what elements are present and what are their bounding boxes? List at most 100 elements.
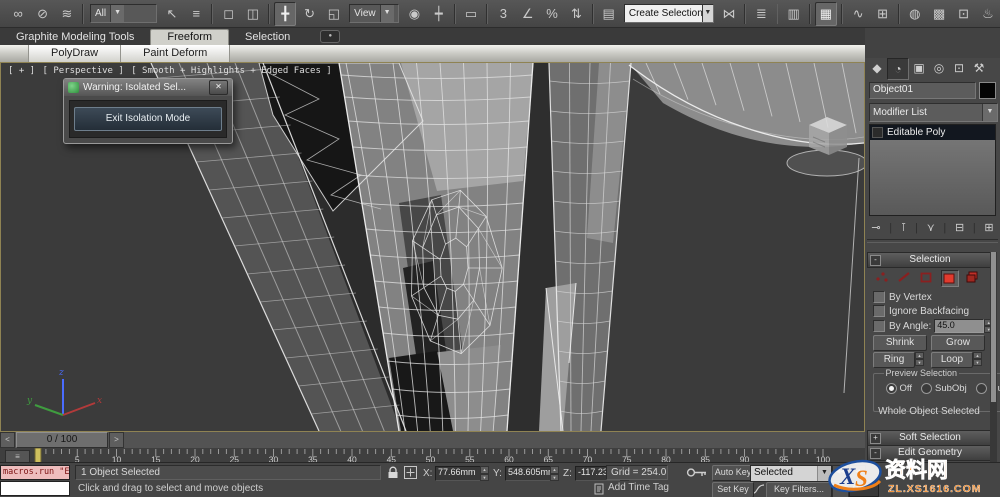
spinner-snap-icon[interactable]: ⇅ — [565, 2, 587, 26]
tab-paint-deform[interactable]: Paint Deform — [121, 45, 231, 62]
set-key-button[interactable]: Set Key — [712, 482, 754, 497]
percent-snap-icon[interactable]: % — [541, 2, 563, 26]
named-selection-sets-dropdown[interactable]: Create Selection Se▼ — [623, 4, 714, 23]
rectangular-selection-region-icon[interactable]: ◻ — [217, 2, 239, 26]
default-tangent-icon[interactable] — [753, 483, 765, 495]
key-selection-dropdown[interactable]: Selected ▼ — [750, 465, 832, 482]
collapse-icon[interactable]: - — [870, 255, 881, 266]
configure-modifier-sets-icon[interactable]: ⊞ — [984, 221, 993, 234]
next-frame-arrow[interactable]: > — [109, 432, 124, 448]
add-time-tag[interactable]: Add Time Tag — [608, 482, 688, 493]
tab-polydraw[interactable]: PolyDraw — [28, 45, 122, 62]
layer-manager-icon[interactable]: ▥ — [782, 2, 804, 26]
y-coordinate-field[interactable]: 548.605mm — [505, 466, 554, 481]
tab-freeform[interactable]: Freeform — [150, 29, 230, 45]
subobject-edge-icon[interactable] — [897, 270, 913, 285]
material-editor-icon[interactable]: ◍ — [904, 2, 926, 26]
select-and-manipulate-icon[interactable]: ┿ — [428, 2, 450, 26]
subobject-polygon-icon[interactable] — [941, 270, 959, 287]
tab-graphite-modeling-tools[interactable]: Graphite Modeling Tools — [0, 30, 150, 45]
stack-item-editable-poly[interactable]: Editable Poly — [870, 125, 995, 140]
selection-filter-dropdown[interactable]: All ▼ — [90, 4, 157, 23]
keyboard-shortcut-override-icon[interactable]: ▭ — [460, 2, 482, 26]
set-keys-key-icon[interactable] — [686, 467, 708, 478]
ignore-backfacing-checkbox[interactable]: Ignore Backfacing — [873, 305, 969, 317]
rendered-frame-window-icon[interactable]: ⊡ — [952, 2, 974, 26]
time-slider-handle[interactable]: 0 / 100 — [16, 432, 108, 448]
perspective-viewport[interactable]: z y x [ + ] [ Perspective ] [ Smooth + Hig… — [0, 62, 865, 432]
ring-spinner[interactable]: ▲ ▼ — [915, 352, 924, 366]
absolute-mode-icon[interactable] — [404, 466, 417, 479]
preview-subobj-radio[interactable]: SubObj — [921, 382, 967, 394]
align-icon[interactable]: ≣ — [750, 2, 772, 26]
exit-isolation-mode-button[interactable]: Exit Isolation Mode — [74, 107, 222, 131]
render-setup-icon[interactable]: ▩ — [928, 2, 950, 26]
make-unique-icon[interactable]: ⋎ — [927, 221, 935, 234]
y-spinner[interactable]: ▲ ▼ — [550, 466, 559, 481]
display-tab[interactable]: ⊡ — [949, 58, 969, 78]
edit-named-selection-sets-icon[interactable]: ▤ — [598, 2, 620, 26]
utilities-tab[interactable]: ⚒ — [969, 58, 989, 78]
schematic-view-icon[interactable]: ⊞ — [871, 2, 893, 26]
curve-editor-icon[interactable]: ∿ — [847, 2, 869, 26]
auto-key-button[interactable]: Auto Key — [712, 465, 754, 481]
by-vertex-checkbox[interactable]: By Vertex — [873, 291, 932, 303]
by-angle-checkbox[interactable] — [873, 320, 885, 332]
graphite-ribbon-toggle-icon[interactable]: ▦ — [814, 1, 838, 26]
subobject-border-icon[interactable] — [919, 270, 935, 285]
window-crossing-toggle-icon[interactable]: ◫ — [242, 2, 264, 26]
ribbon-config-icon[interactable]: ● — [320, 30, 341, 43]
show-end-result-icon[interactable]: ⊺ — [901, 221, 907, 234]
tab-selection[interactable]: Selection — [229, 30, 306, 45]
maxscript-input[interactable] — [0, 481, 70, 496]
object-color-swatch[interactable] — [979, 82, 996, 99]
create-tab[interactable]: ◆ — [867, 58, 887, 78]
subobject-element-icon[interactable] — [965, 270, 981, 285]
modify-tab[interactable]: ◔ — [887, 58, 909, 80]
shrink-button[interactable]: Shrink — [873, 335, 927, 351]
pin-stack-icon[interactable]: ⊸ — [871, 221, 880, 234]
rollout-selection[interactable]: - Selection — [867, 252, 993, 268]
hierarchy-tab[interactable]: ▣ — [909, 58, 929, 78]
select-by-name-icon[interactable]: ≡ — [185, 2, 207, 26]
dialog-titlebar[interactable]: Warning: Isolated Sel... ✕ — [64, 79, 232, 96]
panel-scrollbar[interactable] — [990, 252, 997, 462]
select-and-link-icon[interactable]: ∞ — [7, 2, 29, 26]
preview-off-radio[interactable]: Off — [885, 382, 912, 394]
remove-modifier-icon[interactable]: ⊟ — [955, 221, 964, 234]
angle-snap-icon[interactable]: ∠ — [517, 2, 539, 26]
modifier-list-dropdown[interactable]: Modifier List ▼ — [869, 103, 998, 122]
object-name-field[interactable]: Object01 — [869, 82, 976, 99]
ring-button[interactable]: Ring — [873, 352, 915, 368]
bind-to-space-warp-icon[interactable]: ≋ — [56, 2, 78, 26]
x-coordinate-field[interactable]: 77.66mm — [435, 466, 484, 481]
maxscript-mini-listener[interactable]: macros.run "Ed — [0, 465, 70, 480]
grow-button[interactable]: Grow — [931, 335, 985, 351]
select-object-icon[interactable]: ↖ — [161, 2, 183, 26]
select-and-rotate-icon[interactable]: ↻ — [298, 2, 320, 26]
key-filters-button[interactable]: Key Filters... — [766, 482, 832, 497]
checkbox-icon[interactable] — [873, 305, 885, 317]
subobject-vertex-icon[interactable] — [875, 270, 891, 285]
render-production-icon[interactable]: ♨ — [977, 2, 999, 26]
use-pivot-point-center-icon[interactable]: ◉ — [403, 2, 425, 26]
selection-lock-icon[interactable] — [387, 466, 399, 479]
loop-button[interactable]: Loop — [931, 352, 973, 368]
select-and-move-icon[interactable]: ╋ — [274, 1, 297, 26]
viewport-menu-general[interactable]: [ + ] — [8, 66, 35, 76]
viewport-menu-pov[interactable]: [ Perspective ] — [43, 66, 124, 76]
by-angle-field[interactable]: 45.0 — [934, 319, 985, 333]
loop-spinner[interactable]: ▲ ▼ — [973, 352, 982, 366]
close-icon[interactable]: ✕ — [209, 80, 228, 95]
modifier-stack[interactable]: Editable Poly — [869, 124, 996, 216]
checkbox-icon[interactable] — [873, 291, 885, 303]
stack-bulb-icon[interactable] — [872, 127, 883, 138]
motion-tab[interactable]: ◎ — [929, 58, 949, 78]
x-spinner[interactable]: ▲ ▼ — [480, 466, 489, 481]
rollout-soft-selection[interactable]: + Soft Selection — [867, 430, 993, 446]
unlink-selection-icon[interactable]: ⊘ — [31, 2, 53, 26]
select-and-scale-icon[interactable]: ◱ — [323, 2, 345, 26]
expand-icon[interactable]: + — [870, 433, 881, 444]
mirror-icon[interactable]: ⋈ — [718, 2, 740, 26]
reference-coordinate-dropdown[interactable]: View ▼ — [349, 4, 400, 23]
